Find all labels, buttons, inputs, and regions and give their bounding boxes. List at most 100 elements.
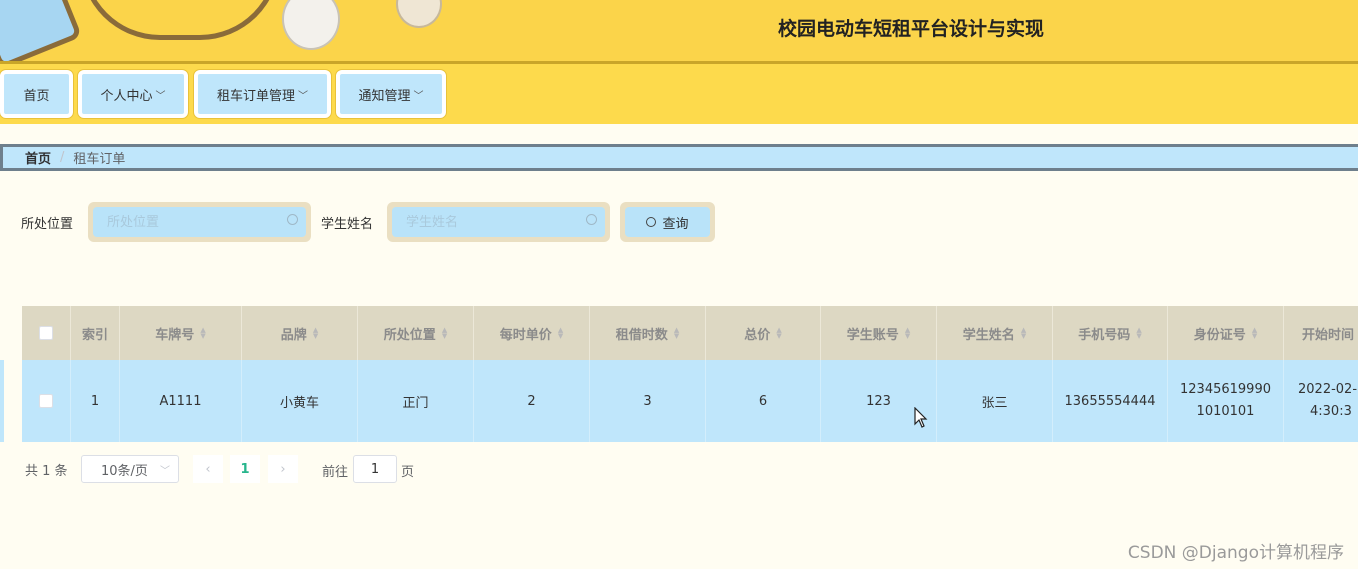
sort-icon[interactable]: ▲ ▼	[1021, 327, 1026, 340]
sort-icon[interactable]: ▲ ▼	[558, 327, 563, 340]
column-header[interactable]: 手机号码 ▲ ▼	[1053, 306, 1168, 360]
nav-item-home[interactable]: 首页	[0, 70, 73, 118]
column-header[interactable]: 学生姓名 ▲ ▼	[937, 306, 1053, 360]
breadcrumb-separator: /	[60, 150, 65, 165]
search-button-label: 查询	[662, 216, 689, 232]
column-header-label: 所处位置	[383, 327, 436, 343]
column-header-label: 品牌	[280, 327, 307, 343]
cell-brand: 小黄车	[242, 360, 358, 442]
sort-icon[interactable]: ▲ ▼	[1252, 327, 1257, 340]
table-header: 索引 车牌号 ▲ ▼ 品牌 ▲ ▼ 所处位置 ▲ ▼ 每时单价 ▲ ▼ 租借时数 ▲ ▼ …	[22, 306, 1358, 360]
orders-table: 索引 车牌号 ▲ ▼ 品牌 ▲ ▼ 所处位置 ▲ ▼ 每时单价 ▲ ▼ 租借时数 ▲ ▼ …	[22, 306, 1358, 442]
column-header-label: 开始时间	[1302, 327, 1355, 343]
cell-hours: 3	[590, 360, 706, 442]
cell-hourly-price: 2	[474, 360, 590, 442]
row-select-cell	[22, 360, 71, 442]
column-header[interactable]: 每时单价 ▲ ▼	[474, 306, 590, 360]
app-title: 校园电动车短租平台设计与实现	[778, 18, 1045, 40]
page-number-1[interactable]: 1	[230, 455, 260, 483]
nav-item-notice-management[interactable]: 通知管理 ﹀	[336, 70, 446, 118]
id-number-line: 12345619990	[1180, 382, 1271, 397]
column-header[interactable]: 身份证号 ▲ ▼	[1168, 306, 1284, 360]
earbud-illustration	[282, 0, 340, 50]
cell-index: 1	[71, 360, 120, 442]
cell-start-time: 2022-02- 4:30:3	[1284, 360, 1358, 442]
tablet-illustration	[0, 0, 83, 64]
start-time-line: 2022-02-	[1298, 382, 1358, 397]
sort-icon[interactable]: ▲ ▼	[905, 327, 910, 340]
search-icon	[586, 214, 597, 225]
cell-total: 6	[706, 360, 821, 442]
breadcrumb-home[interactable]: 首页	[25, 148, 51, 167]
column-header-label: 学生姓名	[962, 327, 1015, 343]
column-header-label: 总价	[744, 327, 771, 343]
column-header[interactable]: 总价 ▲ ▼	[706, 306, 821, 360]
select-all-cell	[22, 306, 71, 360]
prev-page-button[interactable]: ‹	[193, 455, 223, 483]
mouse-cursor-icon	[914, 407, 928, 428]
cell-student-name: 张三	[937, 360, 1053, 442]
column-header-label: 身份证号	[1193, 327, 1246, 343]
id-number-line: 1010101	[1196, 404, 1255, 419]
chevron-right-icon: ›	[280, 461, 286, 477]
select-all-checkbox[interactable]	[39, 326, 53, 340]
sort-icon[interactable]: ▲ ▼	[313, 327, 318, 340]
goto-suffix: 页	[401, 465, 415, 480]
current-page-number: 1	[240, 461, 250, 477]
column-header-label: 每时单价	[499, 327, 552, 343]
nav-item-label: 首页	[23, 88, 50, 104]
earbud-illustration-2	[396, 0, 442, 28]
chevron-down-icon: ﹀	[298, 90, 308, 102]
column-header[interactable]: 开始时间	[1284, 306, 1358, 360]
column-header-label: 手机号码	[1078, 327, 1131, 343]
sort-icon[interactable]: ▲ ▼	[200, 327, 205, 340]
nav-item-label: 租车订单管理	[216, 88, 295, 104]
chevron-left-icon: ‹	[205, 461, 211, 477]
column-header-label: 学生账号	[846, 327, 899, 343]
sort-icon[interactable]: ▲ ▼	[442, 327, 447, 340]
column-header[interactable]: 学生账号 ▲ ▼	[821, 306, 937, 360]
student-name-input[interactable]	[406, 214, 556, 230]
cell-location: 正门	[358, 360, 474, 442]
column-header[interactable]: 品牌 ▲ ▼	[242, 306, 358, 360]
cell-id-number: 12345619990 1010101	[1168, 360, 1284, 442]
location-label: 所处位置	[21, 217, 74, 232]
breadcrumb-current: 租车订单	[73, 152, 126, 167]
column-header[interactable]: 车牌号 ▲ ▼	[120, 306, 242, 360]
next-page-button[interactable]: ›	[268, 455, 298, 483]
nav-item-order-management[interactable]: 租车订单管理 ﹀	[194, 70, 331, 118]
breadcrumb: 首页 / 租车订单	[0, 144, 1358, 171]
table-row[interactable]: 1 A1111 小黄车 正门 2 3 6 123 张三 13655554444 …	[22, 360, 1358, 442]
sort-icon[interactable]: ▲ ▼	[1136, 327, 1141, 340]
search-icon	[287, 214, 298, 225]
pagination-total: 共 1 条	[25, 463, 68, 479]
search-button[interactable]: 查询	[620, 202, 715, 242]
watermark: CSDN @Django计算机程序	[1127, 543, 1344, 563]
column-header-label: 索引	[81, 327, 108, 343]
column-header[interactable]: 所处位置 ▲ ▼	[358, 306, 474, 360]
chevron-down-icon: ﹀	[413, 90, 424, 102]
sort-icon[interactable]: ▲ ▼	[674, 327, 679, 340]
cell-plate: A1111	[120, 360, 242, 442]
goto-page-input[interactable]: 1	[353, 455, 397, 483]
goto-label: 前往	[322, 465, 349, 480]
table-left-edge	[0, 360, 4, 442]
page-size-value: 10条/页	[101, 463, 148, 479]
page-size-select[interactable]: 10条/页 ﹀	[81, 455, 179, 483]
nav-item-label: 个人中心	[100, 88, 153, 104]
chevron-down-icon: ﹀	[155, 90, 166, 102]
student-name-label: 学生姓名	[321, 217, 374, 232]
chevron-down-icon: ﹀	[160, 466, 170, 477]
row-checkbox[interactable]	[39, 394, 53, 408]
cord-illustration	[80, 0, 280, 40]
location-input[interactable]	[107, 214, 257, 230]
search-icon	[646, 217, 657, 227]
nav-item-personal-center[interactable]: 个人中心 ﹀	[78, 70, 188, 118]
cell-phone: 13655554444	[1053, 360, 1168, 442]
student-name-search-box	[387, 202, 610, 242]
column-header[interactable]: 租借时数 ▲ ▼	[590, 306, 706, 360]
column-header: 索引	[71, 306, 120, 360]
sort-icon[interactable]: ▲ ▼	[776, 327, 781, 340]
cell-student-account: 123	[821, 360, 937, 442]
location-search-box	[88, 202, 311, 242]
